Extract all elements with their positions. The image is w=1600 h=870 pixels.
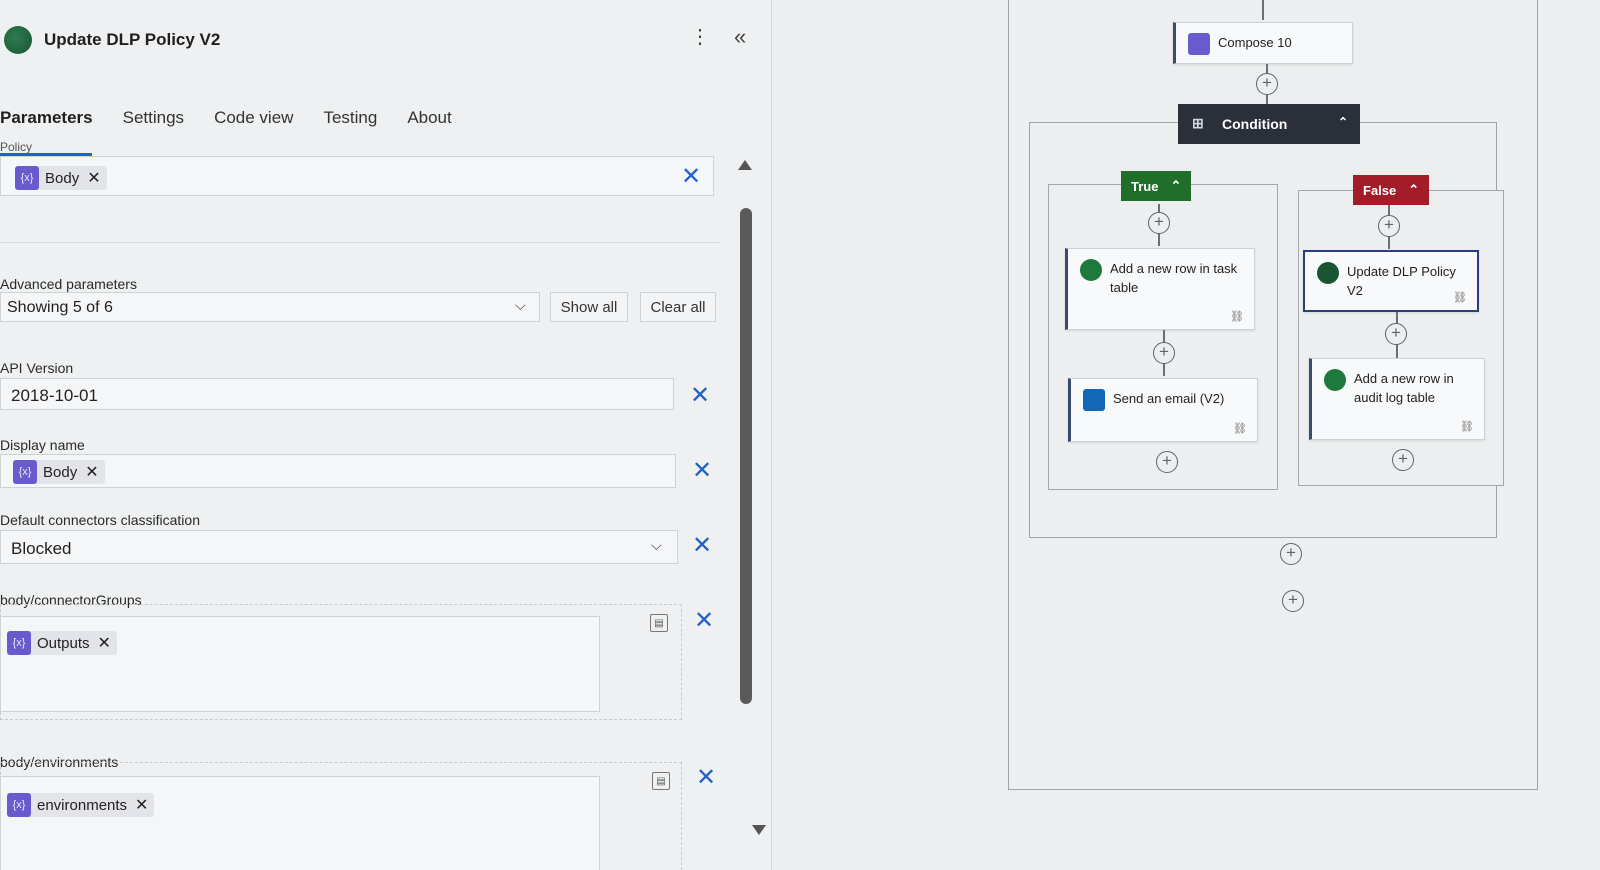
advanced-parameters-value: Showing 5 of 6 xyxy=(7,299,113,316)
connector-groups-token: {x} Outputs ✕ xyxy=(7,631,117,655)
display-name-token: {x} Body ✕ xyxy=(13,460,105,484)
update-dlp-action-card[interactable]: Update DLP Policy V2 ⛓ xyxy=(1303,250,1479,312)
chevron-up-icon: ⌃ xyxy=(1170,178,1182,193)
compose-title: Compose 10 xyxy=(1218,35,1292,50)
remove-token-icon[interactable]: ✕ xyxy=(87,168,100,188)
add-step-plus-icon[interactable]: + xyxy=(1385,323,1407,345)
add-step-plus-icon[interactable]: + xyxy=(1282,590,1304,612)
policy-field[interactable]: {x} Body ✕ ✕ xyxy=(0,156,714,196)
condition-icon: ⊞ xyxy=(1192,115,1204,131)
panel-tabs: Parameters Settings Code view Testing Ab… xyxy=(0,104,482,156)
advanced-parameters-label: Advanced parameters xyxy=(0,276,137,292)
false-branch-label: False xyxy=(1363,182,1397,198)
clear-environments-icon[interactable]: ✕ xyxy=(696,766,716,790)
array-mode-icon[interactable]: ▤ xyxy=(652,772,670,790)
expression-icon: {x} xyxy=(15,166,39,190)
tab-code-view[interactable]: Code view xyxy=(214,104,293,148)
send-email-title: Send an email (V2) xyxy=(1113,391,1225,406)
action-details-panel: Update DLP Policy V2 ⋮ « Parameters Sett… xyxy=(0,0,772,870)
panel-header: Update DLP Policy V2 ⋮ « xyxy=(0,18,760,58)
api-version-value: 2018-10-01 xyxy=(11,386,98,405)
tab-about[interactable]: About xyxy=(407,104,451,148)
connector-line xyxy=(1262,0,1264,20)
expression-icon: {x} xyxy=(13,460,37,484)
audit-log-action-card[interactable]: Add a new row in audit log table ⛓ xyxy=(1309,358,1485,440)
remove-token-icon[interactable]: ✕ xyxy=(85,462,98,482)
clear-display-name-icon[interactable]: ✕ xyxy=(692,459,712,483)
policy-token-label: Body xyxy=(45,169,80,187)
clear-api-version-icon[interactable]: ✕ xyxy=(690,384,710,408)
false-branch-tag[interactable]: False ⌃ xyxy=(1353,175,1430,205)
environments-field[interactable]: {x} environments ✕ xyxy=(0,776,600,870)
chevron-up-icon: ⌃ xyxy=(1408,182,1420,197)
policy-label: Policy xyxy=(0,140,33,154)
remove-token-icon[interactable]: ✕ xyxy=(135,795,148,815)
default-classification-dropdown[interactable]: Blocked ⌵ xyxy=(0,530,678,564)
add-step-plus-icon[interactable]: + xyxy=(1148,212,1170,234)
more-options-icon[interactable]: ⋮ xyxy=(690,24,710,49)
compose-action-card[interactable]: Compose 10 xyxy=(1173,22,1353,64)
link-icon: ⛓ xyxy=(1233,423,1247,435)
add-step-plus-icon[interactable]: + xyxy=(1153,342,1175,364)
scroll-up-arrow-icon[interactable] xyxy=(738,160,752,170)
chevron-down-icon: ⌵ xyxy=(651,537,662,553)
tab-settings[interactable]: Settings xyxy=(123,104,184,148)
connector-groups-field[interactable]: {x} Outputs ✕ xyxy=(0,616,600,712)
clear-connector-groups-icon[interactable]: ✕ xyxy=(694,609,714,633)
environments-token-label: environments xyxy=(37,796,128,814)
remove-token-icon[interactable]: ✕ xyxy=(98,633,111,653)
expression-icon: {x} xyxy=(7,793,31,817)
show-all-button[interactable]: Show all xyxy=(550,292,628,322)
api-version-label: API Version xyxy=(0,360,74,376)
scroll-down-arrow-icon[interactable] xyxy=(752,825,766,835)
condition-card[interactable]: ⊞ Condition ⌃ xyxy=(1178,104,1360,144)
environments-token: {x} environments ✕ xyxy=(7,793,155,817)
clear-policy-icon[interactable]: ✕ xyxy=(681,165,701,189)
compose-icon xyxy=(1188,33,1210,55)
policy-token: {x} Body ✕ xyxy=(15,166,107,190)
connector-groups-token-label: Outputs xyxy=(37,634,90,652)
send-email-action-card[interactable]: Send an email (V2) ⛓ xyxy=(1068,378,1258,442)
dataverse-icon xyxy=(1324,369,1346,391)
default-classification-value: Blocked xyxy=(11,539,72,558)
power-platform-icon xyxy=(1317,262,1339,284)
display-name-field[interactable]: {x} Body ✕ xyxy=(0,454,676,488)
power-platform-logo-icon xyxy=(4,26,32,54)
collapse-panel-icon[interactable]: « xyxy=(734,24,746,50)
clear-default-classification-icon[interactable]: ✕ xyxy=(692,534,712,558)
default-classification-label: Default connectors classification xyxy=(0,512,200,528)
update-dlp-title: Update DLP Policy V2 xyxy=(1347,264,1456,298)
chevron-up-icon[interactable]: ⌃ xyxy=(1338,115,1348,129)
flow-designer-canvas[interactable]: Compose 10 + ⊞ Condition ⌃ True ⌃ + Add … xyxy=(773,0,1600,870)
true-branch-tag[interactable]: True ⌃ xyxy=(1121,171,1192,201)
panel-title: Update DLP Policy V2 xyxy=(44,30,221,49)
condition-title: Condition xyxy=(1222,116,1288,132)
clear-all-button[interactable]: Clear all xyxy=(640,292,716,322)
task-table-action-card[interactable]: Add a new row in task table ⛓ xyxy=(1065,248,1255,330)
scrollbar-thumb[interactable] xyxy=(740,208,752,704)
advanced-parameters-dropdown[interactable]: Showing 5 of 6 ⌵ xyxy=(0,292,540,322)
link-icon: ⛓ xyxy=(1453,292,1467,304)
add-step-plus-icon[interactable]: + xyxy=(1378,215,1400,237)
true-branch-label: True xyxy=(1131,178,1159,194)
link-icon: ⛓ xyxy=(1230,311,1244,323)
link-icon: ⛓ xyxy=(1460,421,1474,433)
add-step-plus-icon[interactable]: + xyxy=(1392,449,1414,471)
audit-log-title: Add a new row in audit log table xyxy=(1354,371,1454,405)
tab-testing[interactable]: Testing xyxy=(323,104,377,148)
chevron-down-icon: ⌵ xyxy=(515,297,526,313)
add-step-plus-icon[interactable]: + xyxy=(1156,451,1178,473)
display-name-token-label: Body xyxy=(43,463,78,481)
divider xyxy=(0,242,720,243)
outlook-icon xyxy=(1083,389,1105,411)
task-table-title: Add a new row in task table xyxy=(1110,261,1238,295)
api-version-input[interactable]: 2018-10-01 xyxy=(0,378,674,410)
dataverse-icon xyxy=(1080,259,1102,281)
array-mode-icon[interactable]: ▤ xyxy=(650,614,668,632)
display-name-label: Display name xyxy=(0,437,85,453)
panel-scrollbar[interactable] xyxy=(738,160,766,840)
expression-icon: {x} xyxy=(7,631,31,655)
add-step-plus-icon[interactable]: + xyxy=(1256,73,1278,95)
add-step-plus-icon[interactable]: + xyxy=(1280,543,1302,565)
